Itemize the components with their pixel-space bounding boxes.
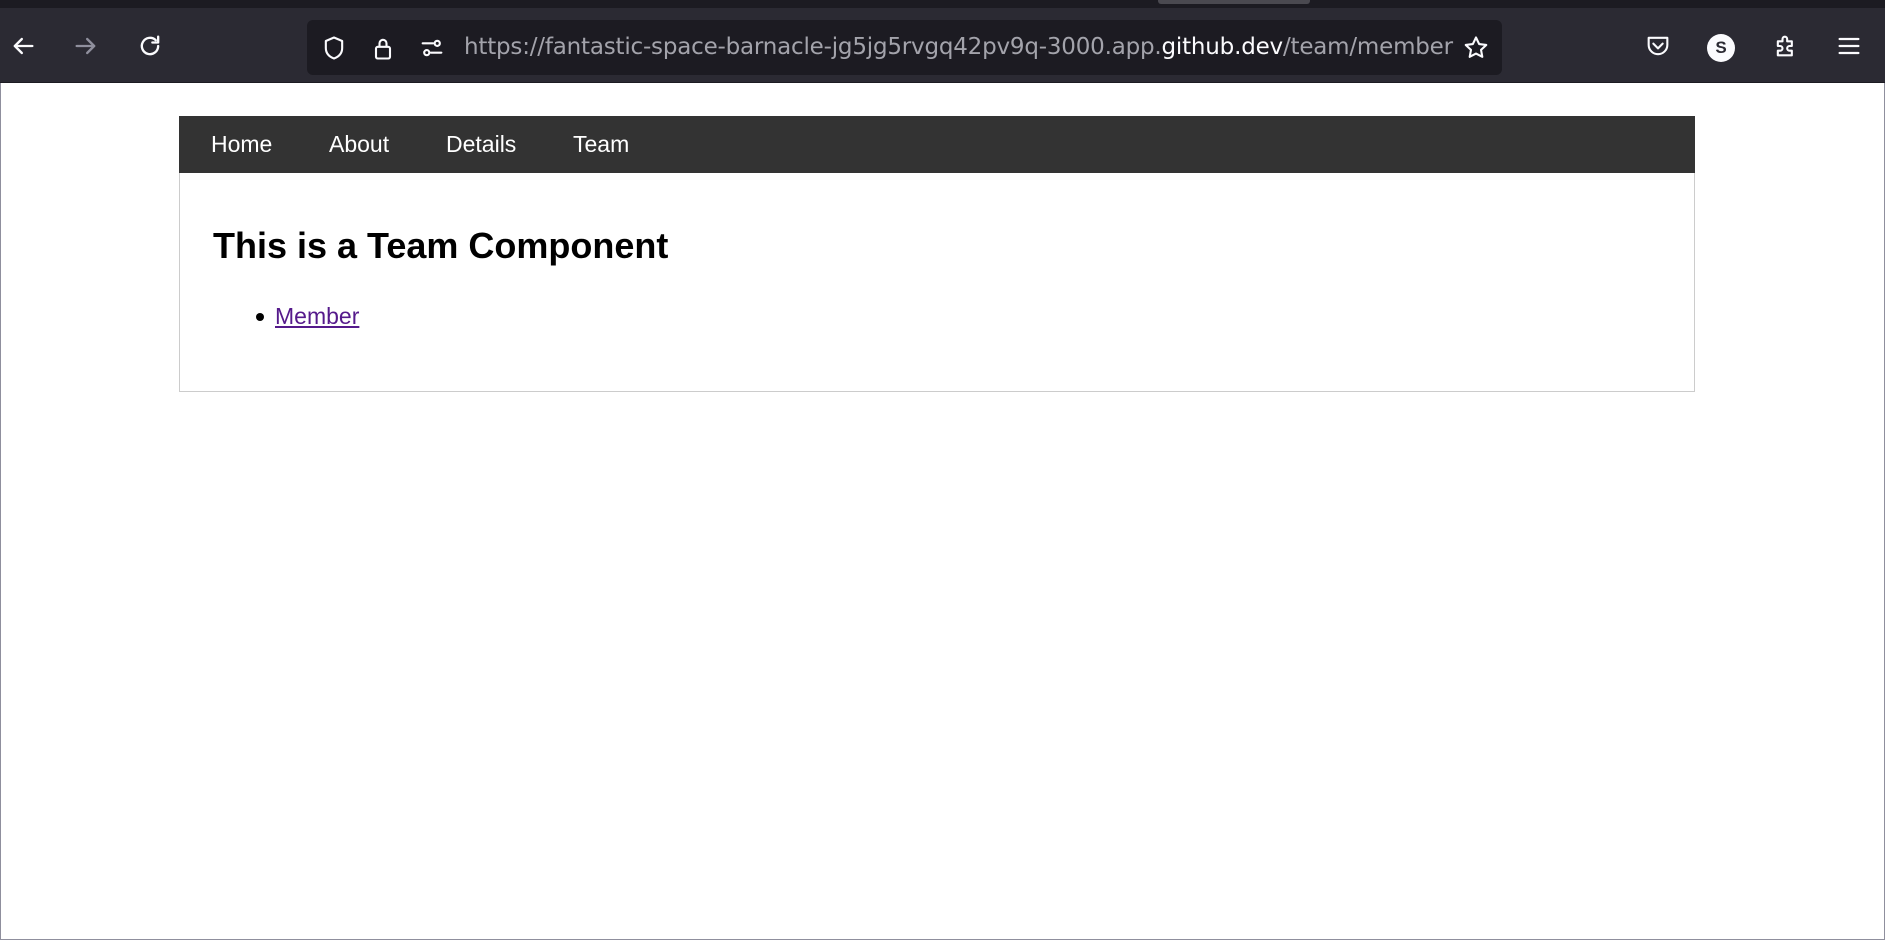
url-text[interactable]: https://fantastic-space-barnacle-jg5jg5r…	[464, 20, 1453, 75]
tracking-protection-shield-icon[interactable]	[318, 32, 350, 64]
forward-button[interactable]	[64, 26, 108, 70]
pocket-icon	[1644, 32, 1672, 65]
page-title: This is a Team Component	[213, 225, 669, 266]
nav-link-about[interactable]: About	[329, 116, 389, 173]
reload-icon	[136, 32, 164, 65]
pocket-button[interactable]	[1636, 26, 1680, 70]
page-viewport: Home About Details Team This is a Team C…	[0, 83, 1885, 940]
url-path: /team/member	[1282, 34, 1453, 60]
app-navbar: Home About Details Team	[179, 116, 1695, 173]
back-button[interactable]	[1, 26, 45, 70]
nav-link-team[interactable]: Team	[573, 116, 629, 173]
member-link[interactable]: Member	[275, 303, 359, 329]
forward-arrow-icon	[72, 32, 100, 65]
reload-button[interactable]	[128, 26, 172, 70]
profile-avatar[interactable]: S	[1707, 34, 1735, 62]
puzzle-extensions-icon	[1772, 32, 1800, 65]
url-prefix: https://fantastic-space-barnacle-jg5jg5r…	[464, 34, 1162, 60]
active-tab-indicator[interactable]	[1158, 0, 1310, 4]
list-item: Member	[213, 301, 359, 331]
bullet-dot	[256, 313, 264, 321]
url-domain: github.dev	[1161, 34, 1284, 60]
menu-button[interactable]	[1827, 26, 1871, 70]
hamburger-menu-icon	[1835, 32, 1863, 65]
extensions-button[interactable]	[1764, 26, 1808, 70]
nav-link-home[interactable]: Home	[211, 116, 272, 173]
member-list: Member	[213, 301, 359, 331]
permissions-sliders-icon[interactable]	[416, 32, 448, 64]
lock-icon[interactable]	[367, 32, 399, 64]
team-component-card: This is a Team Component Member	[179, 173, 1695, 392]
browser-toolbar: https://fantastic-space-barnacle-jg5jg5r…	[0, 0, 1885, 83]
tab-strip	[0, 0, 1885, 8]
back-arrow-icon	[9, 32, 37, 65]
url-bar[interactable]: https://fantastic-space-barnacle-jg5jg5r…	[307, 20, 1502, 75]
nav-link-details[interactable]: Details	[446, 116, 516, 173]
star-bookmark-icon[interactable]	[1460, 32, 1492, 64]
